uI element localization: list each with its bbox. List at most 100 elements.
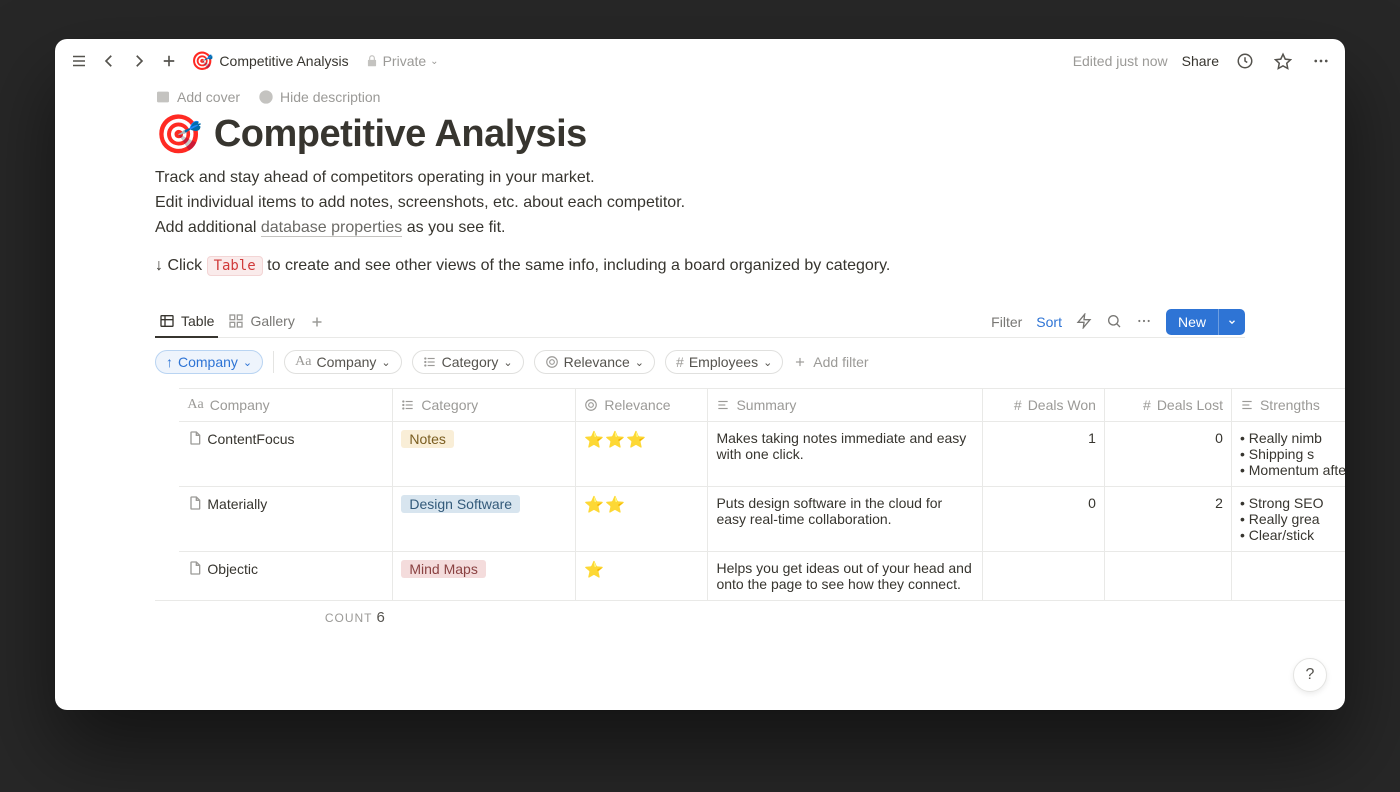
database-properties-link[interactable]: database properties: [261, 219, 402, 237]
list-item: Strong SEO: [1240, 495, 1345, 511]
cell-category[interactable]: Mind Maps: [393, 552, 576, 601]
lines-icon: [716, 398, 730, 412]
add-cover-button[interactable]: Add cover: [155, 89, 240, 105]
new-dropdown-icon[interactable]: [1218, 309, 1245, 335]
cell-company[interactable]: ContentFocus: [179, 422, 392, 487]
page-icon: [187, 495, 203, 511]
cell-relevance[interactable]: ⭐: [576, 552, 708, 601]
database-table: AaCompany Category Relevance Summary #De…: [155, 388, 1345, 634]
forward-icon[interactable]: [127, 49, 151, 73]
cell-summary[interactable]: Puts design software in the cloud for ea…: [708, 487, 982, 552]
sort-chip-company[interactable]: ↑ Company ⌄: [155, 350, 263, 374]
column-header-deals-lost[interactable]: #Deals Lost: [1104, 389, 1231, 422]
info-icon: [258, 89, 274, 105]
column-header-strengths[interactable]: Strengths: [1231, 389, 1345, 422]
chevron-down-icon: ⌄: [381, 356, 390, 369]
updates-icon[interactable]: [1233, 49, 1257, 73]
cell-category[interactable]: Design Software: [393, 487, 576, 552]
hide-description-button[interactable]: Hide description: [258, 89, 380, 105]
cell-company[interactable]: Materially: [179, 487, 392, 552]
page-emoji-icon[interactable]: 🎯: [155, 116, 202, 154]
column-header-relevance[interactable]: Relevance: [576, 389, 708, 422]
automations-icon[interactable]: [1076, 313, 1092, 332]
cell-deals-won[interactable]: 0: [982, 487, 1104, 552]
strengths-list: Really nimbShipping sMomentum after fund…: [1240, 430, 1345, 478]
cell-category[interactable]: Notes: [393, 422, 576, 487]
cell-relevance[interactable]: ⭐⭐⭐: [576, 422, 708, 487]
sort-button[interactable]: Sort: [1036, 314, 1062, 330]
lock-icon: [365, 54, 379, 68]
menu-icon[interactable]: [67, 49, 91, 73]
cell-deals-won[interactable]: 1: [982, 422, 1104, 487]
cell-summary[interactable]: Makes taking notes immediate and easy wi…: [708, 422, 982, 487]
favorite-icon[interactable]: [1271, 49, 1295, 73]
breadcrumb[interactable]: 🎯 Competitive Analysis: [187, 50, 353, 72]
text-prop-icon: Aa: [295, 354, 311, 370]
table-code-token: Table: [207, 256, 263, 276]
filters-row: ↑ Company ⌄ Aa Company ⌄ Category ⌄ Rele…: [155, 338, 1245, 388]
chevron-down-icon: ⌄: [763, 356, 772, 369]
cell-strengths[interactable]: Really nimbShipping sMomentum after fund…: [1231, 422, 1345, 487]
help-button[interactable]: ?: [1293, 658, 1327, 692]
column-header-company[interactable]: AaCompany: [179, 389, 392, 422]
view-more-icon[interactable]: [1136, 313, 1152, 332]
filter-chip-relevance[interactable]: Relevance ⌄: [534, 350, 655, 374]
relevance-stars: ⭐⭐⭐: [584, 432, 647, 449]
column-header-deals-won[interactable]: #Deals Won: [982, 389, 1104, 422]
cell-relevance[interactable]: ⭐⭐: [576, 487, 708, 552]
add-filter-button[interactable]: Add filter: [793, 354, 868, 370]
new-page-icon[interactable]: [157, 49, 181, 73]
cell-deals-won[interactable]: [982, 552, 1104, 601]
chevron-down-icon: ⌄: [243, 356, 252, 369]
new-button[interactable]: New: [1166, 309, 1245, 335]
gallery-icon: [228, 313, 244, 329]
filter-chip-category[interactable]: Category ⌄: [412, 350, 524, 374]
list-item: Shipping s: [1240, 446, 1345, 462]
list-icon: [423, 355, 437, 369]
back-icon[interactable]: [97, 49, 121, 73]
page-actions: Add cover Hide description: [155, 83, 1245, 111]
table-row[interactable]: Objectic Mind Maps ⭐Helps you get ideas ou…: [155, 552, 1345, 601]
cell-strengths[interactable]: [1231, 552, 1345, 601]
cell-deals-lost[interactable]: [1104, 552, 1231, 601]
lines-icon: [1240, 398, 1254, 412]
share-button[interactable]: Share: [1182, 53, 1219, 69]
table-row[interactable]: MateriallyDesign Software⭐⭐Puts design s…: [155, 487, 1345, 552]
table-header-row: AaCompany Category Relevance Summary #De…: [155, 389, 1345, 422]
count-cell[interactable]: COUNT6: [179, 601, 392, 635]
filter-chip-employees[interactable]: # Employees ⌄: [665, 350, 783, 374]
page-title[interactable]: 🎯 Competitive Analysis: [155, 113, 1245, 156]
hash-icon: #: [1143, 397, 1151, 413]
cell-deals-lost[interactable]: 0: [1104, 422, 1231, 487]
cell-company[interactable]: Objectic: [179, 552, 392, 601]
add-view-button[interactable]: [305, 310, 329, 334]
more-icon[interactable]: [1309, 49, 1333, 73]
list-icon: [401, 398, 415, 412]
image-icon: [155, 89, 171, 105]
search-icon[interactable]: [1106, 313, 1122, 332]
page-icon: [187, 560, 203, 576]
cell-summary[interactable]: Helps you get ideas out of your head and…: [708, 552, 982, 601]
target-icon: [545, 355, 559, 369]
list-item: Really nimb: [1240, 430, 1345, 446]
cell-deals-lost[interactable]: 2: [1104, 487, 1231, 552]
filter-button[interactable]: Filter: [991, 314, 1022, 330]
privacy-button[interactable]: Private ⌄: [365, 53, 439, 69]
topbar: 🎯 Competitive Analysis Private ⌄ Edited …: [55, 39, 1345, 83]
cell-strengths[interactable]: Strong SEOReally greaClear/stick: [1231, 487, 1345, 552]
views-row: Table Gallery Filter Sort: [155, 307, 1245, 338]
column-header-summary[interactable]: Summary: [708, 389, 982, 422]
view-tab-table[interactable]: Table: [155, 307, 218, 337]
hash-icon: #: [1014, 397, 1022, 413]
count-row: COUNT6: [155, 601, 1345, 635]
list-item: Momentum after funding: [1240, 462, 1345, 478]
filter-chip-company[interactable]: Aa Company ⌄: [284, 350, 401, 374]
target-icon: [584, 398, 598, 412]
page-description[interactable]: Track and stay ahead of competitors oper…: [155, 166, 1245, 279]
table-row[interactable]: ContentFocusNotes ⭐⭐⭐ Makes taking notes i…: [155, 422, 1345, 487]
view-tab-gallery[interactable]: Gallery: [224, 307, 298, 337]
category-tag: Mind Maps: [401, 560, 485, 578]
column-header-category[interactable]: Category: [393, 389, 576, 422]
page-content: Add cover Hide description 🎯 Competitive…: [55, 83, 1345, 710]
plus-icon: [793, 355, 807, 369]
